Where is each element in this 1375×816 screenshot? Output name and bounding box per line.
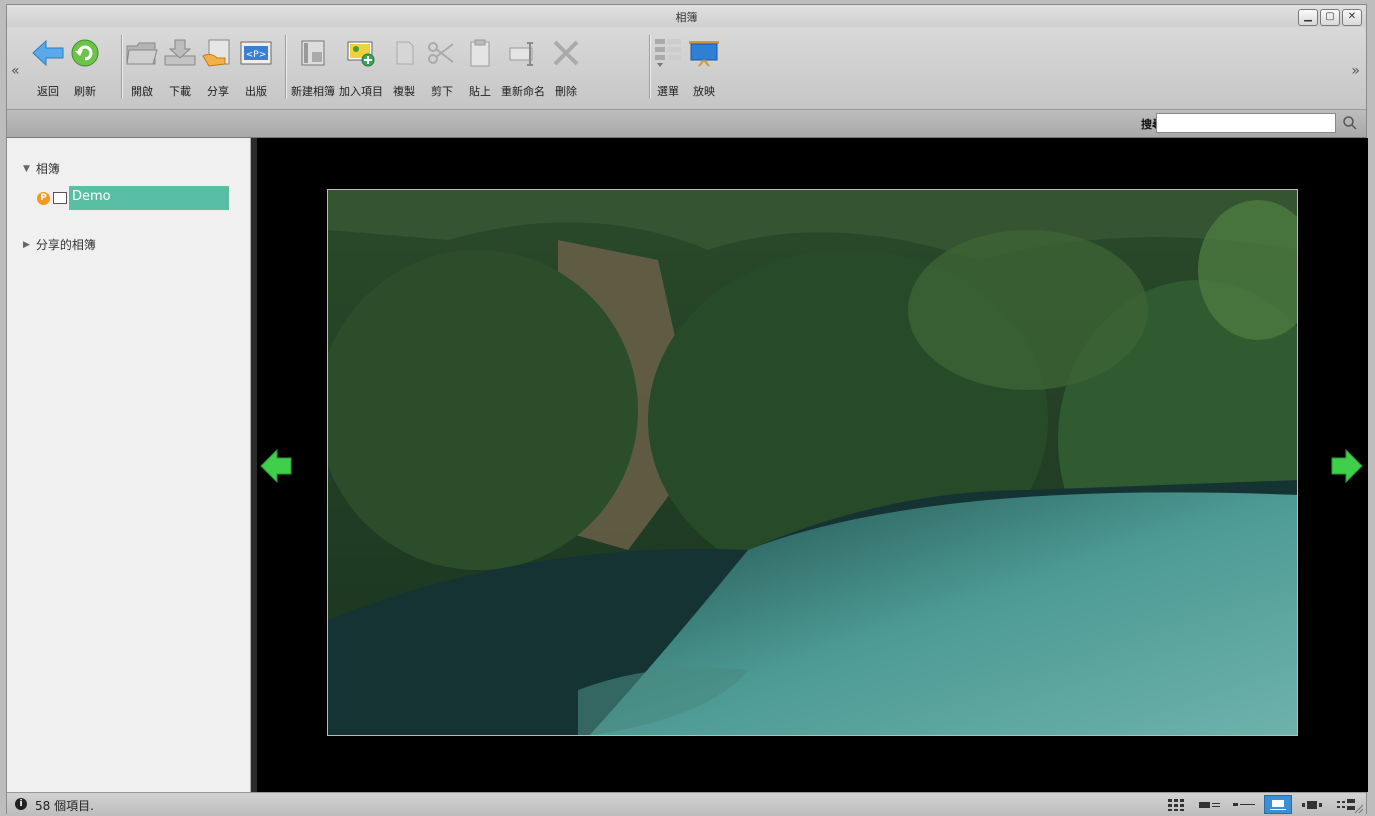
minimize-icon[interactable]: ▁: [1298, 9, 1318, 26]
toolbar-group-edit: 新建相簿 加入項目 複製 剪下 貼上 重新命名 刪除: [289, 35, 585, 99]
info-icon: i: [15, 798, 27, 810]
publish-icon: <P>: [239, 35, 273, 71]
window-controls: ▁ ▢ ✕: [1298, 9, 1362, 26]
add-items-button[interactable]: 加入項目: [339, 35, 383, 99]
rename-label: 重新命名: [501, 85, 545, 98]
list-view-icon[interactable]: [1196, 795, 1224, 814]
albums-label: 相簿: [35, 162, 60, 176]
open-button[interactable]: 開啟: [125, 35, 159, 99]
view-mode-switcher: [1162, 795, 1360, 814]
download-button[interactable]: 下載: [163, 35, 197, 99]
status-bar: i 58 個項目.: [7, 792, 1366, 816]
filmstrip-view-icon[interactable]: [1298, 795, 1326, 814]
open-label: 開啟: [131, 85, 153, 98]
toolbar-scroll-left-icon[interactable]: «: [11, 63, 20, 79]
toolbar-separator: [649, 35, 650, 99]
copy-label: 複製: [393, 85, 415, 98]
toolbar: « » 返回 刷新 開啟 下載 分享 <P> 出版 新建相簿 加入項目 複製 剪…: [7, 27, 1366, 110]
tree-item-shared-albums[interactable]: ▶ 分享的相簿: [23, 236, 96, 253]
publish-button[interactable]: <P> 出版: [239, 35, 273, 99]
toolbar-group-navigation: 返回 刷新: [29, 35, 103, 99]
scissors-icon: [425, 35, 459, 71]
shared-albums-label: 分享的相簿: [35, 238, 96, 252]
download-icon: [163, 35, 197, 71]
window-title: 相簿: [675, 11, 698, 24]
search-bar: 搜尋: [7, 110, 1366, 138]
album-book-icon: [53, 192, 67, 204]
folder-open-icon: [125, 35, 159, 71]
delete-label: 刪除: [555, 85, 577, 98]
rename-button[interactable]: 重新命名: [501, 35, 545, 99]
menu-list-icon: [653, 35, 683, 71]
cut-label: 剪下: [431, 85, 453, 98]
toolbar-separator: [285, 35, 286, 99]
lake-landscape-image: [328, 190, 1297, 735]
add-items-label: 加入項目: [339, 85, 383, 98]
cut-button[interactable]: 剪下: [425, 35, 459, 99]
menu-button[interactable]: 選單: [653, 35, 683, 99]
copy-icon: [387, 35, 421, 71]
preview-photo[interactable]: [327, 189, 1298, 736]
back-arrow-icon: [31, 35, 65, 71]
previous-photo-arrow-icon[interactable]: [259, 448, 293, 484]
add-photo-icon: [344, 35, 378, 71]
detail-view-icon[interactable]: [1230, 795, 1258, 814]
toolbar-group-view: 選單 放映: [651, 35, 723, 99]
clipboard-icon: [463, 35, 497, 71]
copy-button[interactable]: 複製: [387, 35, 421, 99]
next-photo-arrow-icon[interactable]: [1330, 448, 1364, 484]
share-icon: [201, 35, 235, 71]
expand-down-icon[interactable]: ▼: [23, 164, 30, 174]
new-album-label: 新建相簿: [291, 85, 335, 98]
title-bar: 相簿 ▁ ▢ ✕: [7, 5, 1366, 27]
sidebar-splitter[interactable]: [251, 138, 257, 792]
album-window: 相簿 ▁ ▢ ✕ « » 返回 刷新 開啟 下載 分享 <P> 出版 新建相簿 …: [6, 4, 1368, 816]
share-button[interactable]: 分享: [201, 35, 235, 99]
delete-button[interactable]: 刪除: [549, 35, 583, 99]
slideshow-button[interactable]: 放映: [687, 35, 721, 99]
publish-label: 出版: [245, 85, 267, 98]
new-album-icon: [296, 35, 330, 71]
maximize-icon[interactable]: ▢: [1320, 9, 1340, 26]
share-label: 分享: [207, 85, 229, 98]
thumbnail-view-icon[interactable]: [1162, 795, 1190, 814]
refresh-button[interactable]: 刷新: [69, 35, 101, 99]
tree-item-albums[interactable]: ▼ 相簿: [23, 160, 60, 177]
slideshow-label: 放映: [693, 85, 715, 98]
paste-button[interactable]: 貼上: [463, 35, 497, 99]
download-label: 下載: [169, 85, 191, 98]
search-icon[interactable]: [1342, 115, 1358, 131]
album-item-demo[interactable]: P Demo: [37, 186, 229, 210]
album-name: Demo: [69, 186, 229, 210]
album-tree-sidebar: ▼ 相簿 P Demo ▶ 分享的相簿: [7, 138, 251, 792]
slideshow-screen-icon: [687, 35, 721, 71]
toolbar-group-file: 開啟 下載 分享 <P> 出版: [123, 35, 275, 99]
refresh-icon: [69, 35, 101, 71]
search-input[interactable]: [1156, 113, 1336, 133]
resize-grip-icon[interactable]: [1354, 804, 1364, 814]
item-count-status: 58 個項目.: [35, 799, 94, 813]
expand-right-icon[interactable]: ▶: [23, 240, 30, 250]
back-label: 返回: [37, 85, 59, 98]
svg-text:<P>: <P>: [246, 50, 267, 60]
menu-label: 選單: [657, 85, 679, 98]
paste-label: 貼上: [469, 85, 491, 98]
back-button[interactable]: 返回: [31, 35, 65, 99]
rename-icon: [506, 35, 540, 71]
close-icon[interactable]: ✕: [1342, 9, 1362, 26]
toolbar-separator: [121, 35, 122, 99]
public-badge-icon: P: [37, 191, 50, 205]
new-album-button[interactable]: 新建相簿: [291, 35, 335, 99]
refresh-label: 刷新: [74, 85, 96, 98]
toolbar-scroll-right-icon[interactable]: »: [1351, 63, 1360, 79]
preview-view-icon[interactable]: [1264, 795, 1292, 814]
delete-x-icon: [549, 35, 583, 71]
